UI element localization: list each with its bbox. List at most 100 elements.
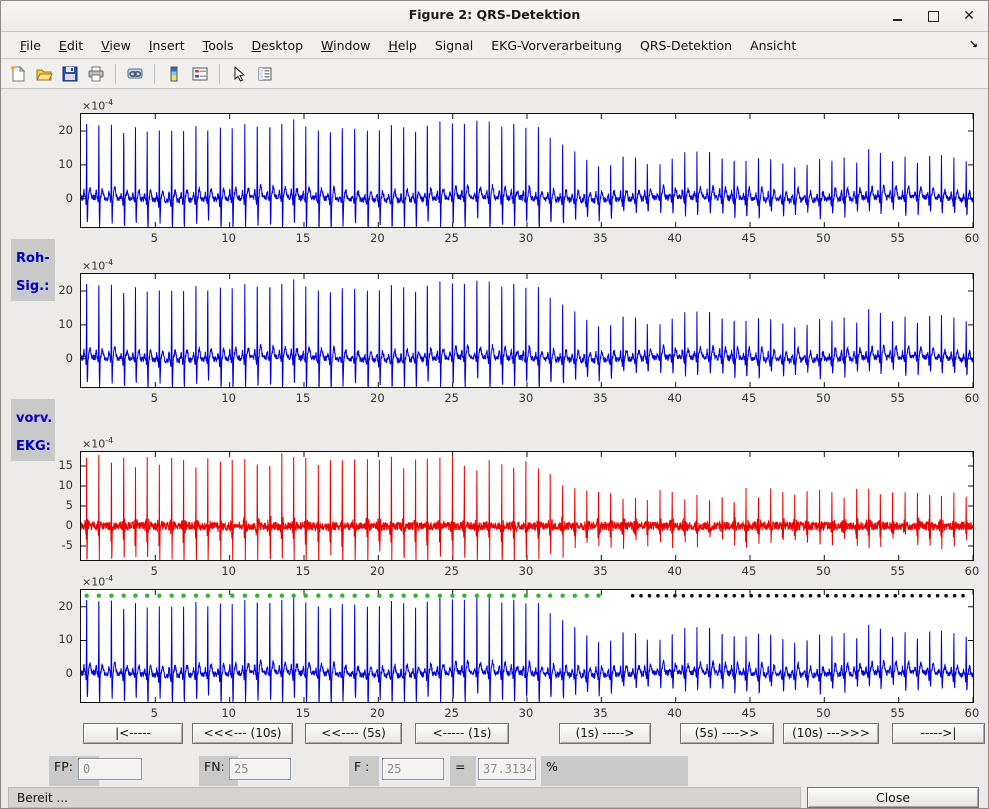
insert-colorbar-icon[interactable] <box>163 63 185 85</box>
reference-beat-marker <box>707 594 711 598</box>
nav-button-3[interactable]: <<---- (5s) <box>305 723 402 744</box>
reference-beat-marker <box>783 594 787 598</box>
reference-beat-marker <box>724 594 728 598</box>
nav-button-6[interactable]: (5s) ---->> <box>680 723 774 744</box>
reference-beat-marker <box>648 594 652 598</box>
detected-beat-marker <box>268 594 272 598</box>
f-field[interactable] <box>382 758 444 780</box>
x-tick-label: 55 <box>886 706 910 720</box>
save-figure-icon[interactable] <box>59 63 81 85</box>
figure-canvas: Roh- Sig.: vorv. EKG: QRS-Detektion 5101… <box>1 89 988 785</box>
x-tick-label: 20 <box>365 231 389 245</box>
detected-beat-marker <box>133 594 137 598</box>
detected-beat-marker <box>218 594 222 598</box>
nav-button-4[interactable]: <----- (1s) <box>415 723 509 744</box>
reference-beat-marker <box>749 594 753 598</box>
reference-beat-marker <box>631 594 635 598</box>
detected-beat-marker <box>255 594 259 598</box>
reference-beat-marker <box>851 594 855 598</box>
result-field[interactable] <box>478 758 536 780</box>
nav-button-2[interactable]: <<<--- (10s) <box>192 723 293 744</box>
property-editor-icon[interactable] <box>254 63 276 85</box>
nav-button-5[interactable]: (1s) -----> <box>559 723 651 744</box>
detected-beat-marker <box>157 594 161 598</box>
open-file-icon[interactable] <box>33 63 55 85</box>
x-tick-label: 35 <box>588 564 612 578</box>
x-tick-label: 30 <box>514 391 538 405</box>
reference-beat-marker <box>682 594 686 598</box>
reference-beat-marker <box>961 594 965 598</box>
reference-beat-marker <box>885 594 889 598</box>
detected-beat-marker <box>340 594 344 598</box>
menu-item-desktop[interactable]: Desktop <box>242 34 312 57</box>
detected-beat-marker <box>145 594 149 598</box>
minimize-icon[interactable] <box>886 5 908 27</box>
percent-label: % <box>541 756 688 786</box>
menu-item-signal[interactable]: Signal <box>426 34 482 57</box>
x-tick-label: 10 <box>217 706 241 720</box>
equals-label: = <box>450 756 476 786</box>
detected-beat-marker <box>243 594 247 598</box>
edit-plot-icon[interactable] <box>228 63 250 85</box>
detected-beat-marker <box>475 594 479 598</box>
menu-overflow-icon[interactable]: ↘ <box>969 38 978 51</box>
menu-item-file[interactable]: File <box>11 34 50 57</box>
x-tick-label: 40 <box>663 231 687 245</box>
detected-beat-marker <box>500 594 504 598</box>
menu-item-window[interactable]: Window <box>312 34 379 57</box>
menu-item-ansicht[interactable]: Ansicht <box>741 34 805 57</box>
vorv-ekg-plot[interactable] <box>80 273 974 388</box>
menu-item-ekg-vorverarbeitung[interactable]: EKG-Vorverarbeitung <box>482 34 631 57</box>
nav-button-1[interactable]: |<----- <box>83 723 183 744</box>
menu-item-help[interactable]: Help <box>379 34 426 57</box>
detected-beat-marker <box>181 594 185 598</box>
detected-beat-marker <box>401 594 405 598</box>
menu-item-qrs-detektion[interactable]: QRS-Detektion <box>631 34 741 57</box>
vorv-ekg-plot-trace <box>81 274 973 387</box>
title-bar[interactable]: Figure 2: QRS-Detektion ✕ <box>1 1 988 32</box>
x-tick-label: 5 <box>142 231 166 245</box>
detected-beat-marker <box>194 594 198 598</box>
reference-beat-marker <box>699 594 703 598</box>
menu-item-edit[interactable]: Edit <box>50 34 92 57</box>
y-tick-label: 20 <box>43 283 73 297</box>
qrs-filter-plot[interactable] <box>80 451 974 561</box>
maximize-icon[interactable] <box>922 5 944 27</box>
detektion-plot[interactable] <box>80 589 974 703</box>
x-tick-label: 45 <box>737 231 761 245</box>
detected-beat-marker <box>316 594 320 598</box>
x-tick-label: 25 <box>440 231 464 245</box>
link-plot-icon[interactable] <box>124 63 146 85</box>
reference-beat-marker <box>910 594 914 598</box>
new-figure-icon[interactable] <box>7 63 29 85</box>
nav-button-7[interactable]: (10s) --->>> <box>783 723 879 744</box>
detected-beat-marker <box>280 594 284 598</box>
roh-signal-plot-trace <box>81 114 973 227</box>
reference-beat-marker <box>817 594 821 598</box>
menu-item-tools[interactable]: Tools <box>194 34 243 57</box>
reference-beat-marker <box>766 594 770 598</box>
print-figure-icon[interactable] <box>85 63 107 85</box>
fn-field[interactable] <box>229 758 291 780</box>
menu-bar: FileEditViewInsertToolsDesktopWindowHelp… <box>1 32 988 59</box>
close-icon[interactable]: ✕ <box>958 5 980 27</box>
menu-item-insert[interactable]: Insert <box>140 34 194 57</box>
fp-field[interactable] <box>78 758 142 780</box>
reference-beat-marker <box>741 594 745 598</box>
reference-beat-marker <box>953 594 957 598</box>
x-tick-label: 50 <box>811 706 835 720</box>
roh-signal-plot[interactable] <box>80 113 974 228</box>
x-tick-label: 55 <box>886 564 910 578</box>
axis-exponent-label: ×10-4 <box>82 436 113 451</box>
nav-button-8[interactable]: ----->| <box>892 723 985 744</box>
close-button[interactable]: Close <box>807 787 979 808</box>
menu-item-view[interactable]: View <box>92 34 140 57</box>
reference-beat-marker <box>893 594 897 598</box>
x-tick-label: 35 <box>588 231 612 245</box>
x-tick-label: 40 <box>663 706 687 720</box>
detected-beat-marker <box>328 594 332 598</box>
toolbar-separator <box>115 64 116 84</box>
insert-legend-icon[interactable] <box>189 63 211 85</box>
reference-beat-marker <box>665 594 669 598</box>
axis-exponent-label: ×10-4 <box>82 98 113 113</box>
